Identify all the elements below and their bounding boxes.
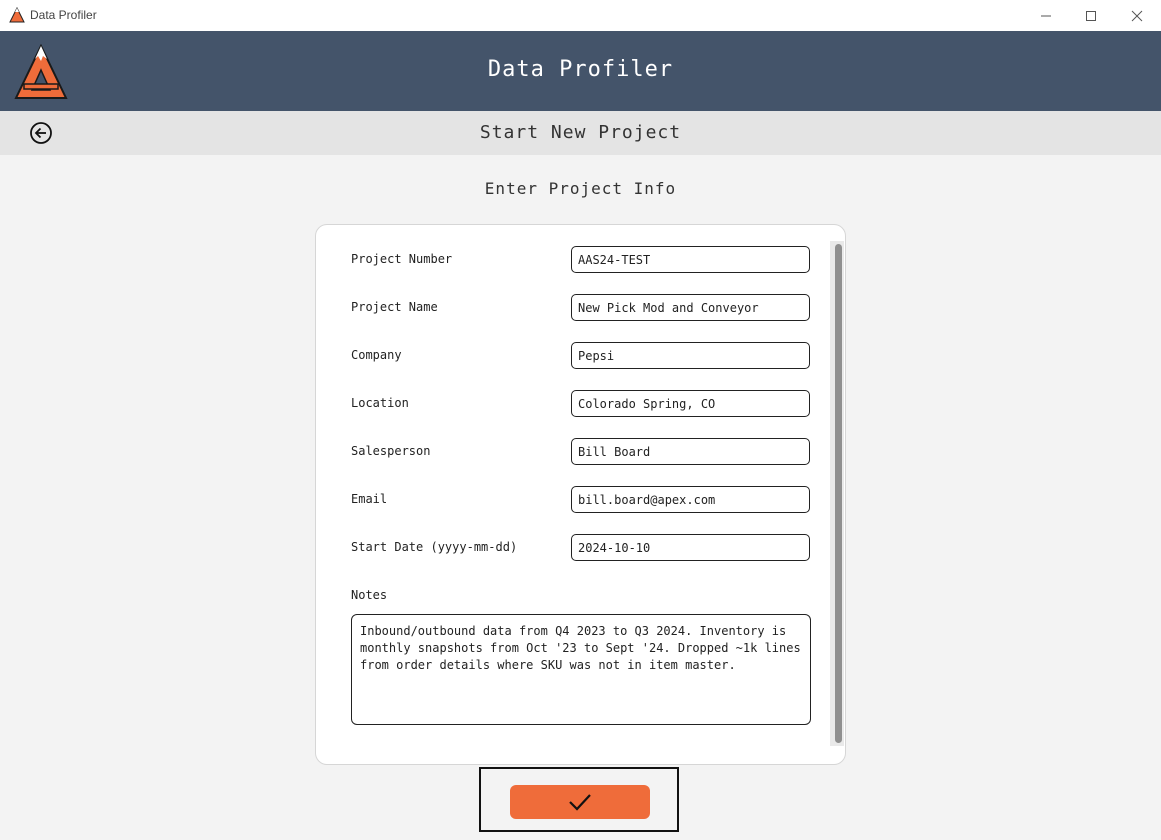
maximize-icon [1086, 10, 1096, 21]
email-input[interactable] [571, 486, 810, 513]
start-date-label: Start Date (yyyy-mm-dd) [351, 540, 518, 554]
location-label: Location [351, 396, 409, 410]
salesperson-input[interactable] [571, 438, 810, 465]
location-input[interactable] [571, 390, 810, 417]
salesperson-label: Salesperson [351, 444, 431, 458]
page-title: Start New Project [479, 122, 682, 143]
notes-label: Notes [351, 588, 388, 602]
checkmark-icon [569, 794, 591, 811]
app-logo-small-icon [9, 7, 25, 23]
project-name-label: Project Name [351, 300, 438, 314]
minimize-icon [1041, 15, 1051, 16]
close-button[interactable] [1114, 0, 1160, 31]
start-date-input[interactable] [571, 534, 810, 561]
card-scrollbar-thumb[interactable] [835, 244, 842, 743]
window-title: Data Profiler [30, 8, 97, 22]
app-title: Data Profiler [487, 57, 674, 82]
project-number-label: Project Number [351, 252, 453, 266]
company-input[interactable] [571, 342, 810, 369]
close-icon [1131, 10, 1143, 21]
company-label: Company [351, 348, 402, 362]
app-header: Data Profiler [0, 31, 1161, 111]
notes-textarea[interactable]: Inbound/outbound data from Q4 2023 to Q3… [351, 614, 811, 725]
email-label: Email [351, 492, 388, 506]
project-name-input[interactable] [571, 294, 810, 321]
project-number-input[interactable] [571, 246, 810, 273]
section-title: Enter Project Info [484, 179, 677, 198]
maximize-button[interactable] [1068, 0, 1114, 31]
window-titlebar: Data Profiler [0, 0, 1161, 32]
minimize-button[interactable] [1023, 0, 1069, 31]
page-subheader: Start New Project [0, 111, 1161, 155]
submit-button[interactable] [510, 785, 650, 819]
